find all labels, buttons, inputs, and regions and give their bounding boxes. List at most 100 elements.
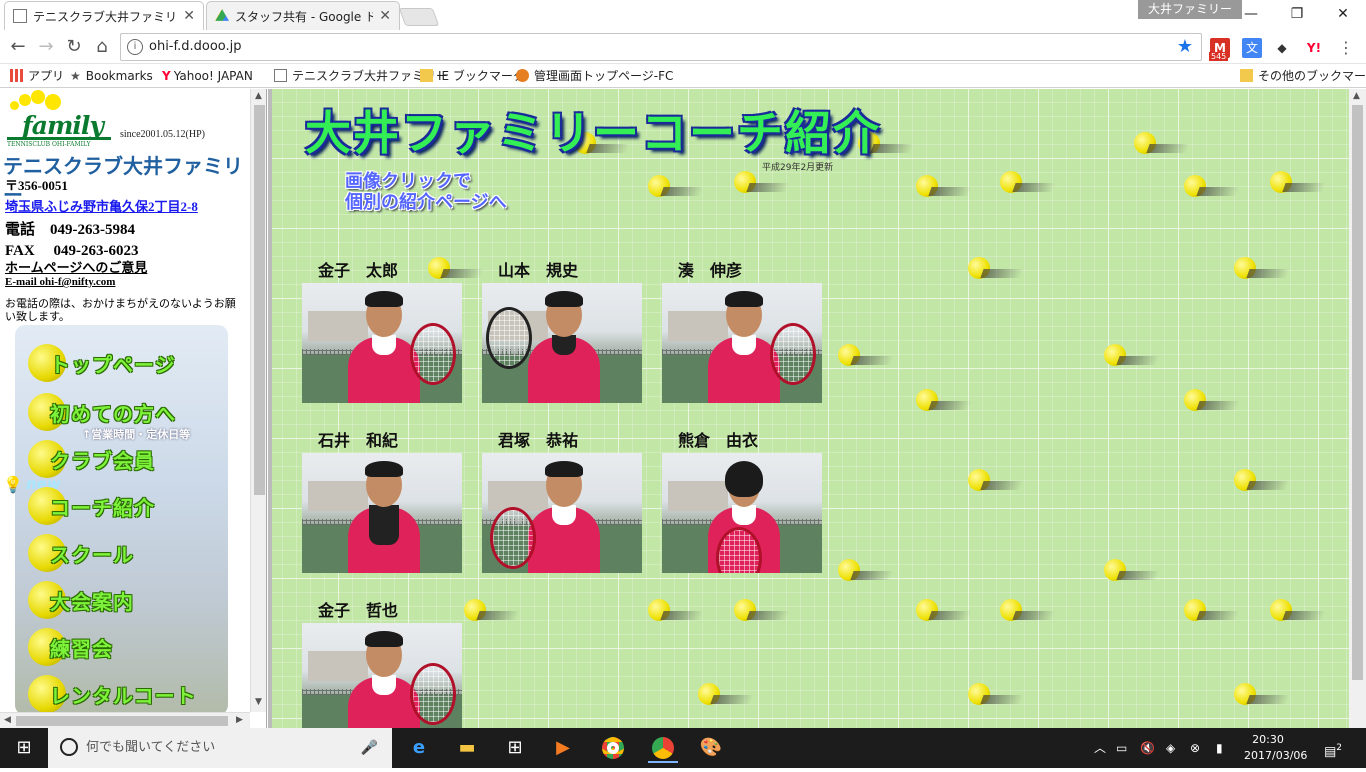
tab-title: テニスクラブ大井ファミリーへよ — [33, 9, 178, 24]
scroll-right-icon[interactable]: ▶ — [236, 715, 243, 725]
bookmark-apps[interactable]: アプリ — [10, 67, 64, 85]
coach-name: 山本 規史 — [498, 261, 579, 280]
folder-icon — [1240, 69, 1253, 82]
main-vertical-scrollbar[interactable]: ▲ — [1349, 89, 1366, 728]
coach-name: 石井 和紀 — [318, 431, 399, 450]
ime-icon[interactable]: ▮ — [1216, 728, 1223, 768]
coach-photo[interactable] — [662, 453, 822, 573]
paint-icon[interactable]: 🎨 — [696, 733, 726, 763]
bookmark-ie-folder[interactable]: IE ブックマーク — [420, 67, 525, 85]
click-hint: 画像クリックで 個別の紹介ページへ — [345, 171, 507, 213]
page-title: 大井ファミリーコーチ紹介 — [305, 106, 881, 160]
star-icon: ★ — [70, 69, 81, 83]
logo-underline — [7, 137, 111, 140]
minimize-button[interactable]: — — [1228, 0, 1274, 28]
fc2-icon — [516, 69, 529, 82]
left-frame: family TENNISCLUB OHI-FAMILY since2001.0… — [0, 89, 267, 728]
scrollbar-thumb[interactable] — [254, 105, 265, 495]
updated-date: 平成29年2月更新 — [762, 163, 834, 173]
info-icon[interactable]: i — [127, 39, 143, 55]
extension-icon[interactable]: ◆ — [1272, 38, 1292, 58]
dropbox-icon[interactable]: ◈ — [1166, 728, 1175, 768]
store-icon[interactable]: ⊞ — [500, 733, 530, 763]
tab-google-drive[interactable]: スタッフ共有 - Google ドライ ✕ — [206, 1, 400, 30]
clock[interactable]: 20:30 2017/03/06 — [1244, 732, 1307, 764]
coach-photo[interactable] — [662, 283, 822, 403]
scroll-left-icon[interactable]: ◀ — [4, 715, 11, 725]
windows-start-icon[interactable]: ⊞ — [9, 733, 39, 763]
feedback-link[interactable]: ホームページへのご意見 — [5, 257, 147, 276]
restore-button[interactable]: ❐ — [1274, 0, 1320, 28]
close-window-button[interactable]: ✕ — [1320, 0, 1366, 28]
new-tab-button[interactable] — [398, 8, 440, 26]
coach-photo[interactable] — [302, 283, 462, 403]
url-text: ohi-f.d.dooo.jp — [149, 39, 242, 54]
scrollbar-thumb[interactable] — [1352, 105, 1363, 680]
menu-item-rental-court[interactable]: レンタルコート — [28, 674, 197, 712]
browser-toolbar: ← → ↻ ⌂ i ohi-f.d.dooo.jp ★ M 545 文 ◆ Y!… — [0, 30, 1366, 64]
menu-icon[interactable]: ⋮ — [1336, 38, 1356, 58]
cortana-search-box[interactable]: 何でも聞いてください 🎤 — [48, 728, 392, 768]
address-link[interactable]: 埼玉県ふじみ野市亀久保2丁目2-8 — [5, 196, 198, 215]
volume-icon[interactable]: 🔇 — [1140, 728, 1155, 768]
chrome-icon[interactable] — [598, 733, 628, 763]
gmail-count-badge: 545 — [1209, 52, 1229, 61]
coach-photo[interactable] — [482, 453, 642, 573]
logo-subtitle: TENNISCLUB OHI-FAMILY — [7, 141, 91, 148]
bookmark-yahoo[interactable]: Y Yahoo! JAPAN — [162, 67, 253, 85]
menu-item-tournaments[interactable]: 大会案内 — [28, 580, 134, 620]
coach-name: 熊倉 由衣 — [678, 431, 759, 450]
menu-item-practice[interactable]: 練習会 — [28, 627, 113, 667]
menu-item-top[interactable]: トップページ — [28, 343, 176, 383]
coach-photo[interactable] — [302, 453, 462, 573]
media-player-icon[interactable]: ▶ — [548, 733, 578, 763]
scrollbar-thumb[interactable] — [16, 716, 228, 726]
yahoo-extension-icon[interactable]: Y! — [1304, 38, 1324, 58]
logo[interactable]: family — [22, 111, 104, 140]
tab-tennis-club[interactable]: テニスクラブ大井ファミリーへよ ✕ — [4, 1, 204, 30]
address-bar[interactable]: i ohi-f.d.dooo.jp ★ — [120, 33, 1202, 61]
bookmark-bookmarks[interactable]: ★ Bookmarks — [70, 67, 153, 85]
coach-photo[interactable] — [482, 283, 642, 403]
edge-icon[interactable]: e — [404, 733, 434, 763]
file-explorer-icon[interactable]: ▬ — [452, 733, 482, 763]
sidebar-vertical-scrollbar[interactable]: ▲ ▼ — [250, 89, 266, 712]
page-content: family TENNISCLUB OHI-FAMILY since2001.0… — [0, 89, 1366, 728]
network-icon[interactable]: ▭ — [1116, 728, 1127, 768]
bookmark-admin[interactable]: 管理画面トップページ-FC — [516, 67, 673, 85]
notification-center-icon[interactable]: ▤2 — [1324, 728, 1342, 768]
microphone-icon[interactable]: 🎤 — [361, 728, 378, 768]
menu-item-coaches[interactable]: コーチ紹介 — [28, 486, 155, 526]
tray-chevron-icon[interactable]: ︿ — [1094, 728, 1106, 768]
bookmark-other[interactable]: その他のブックマーク — [1240, 67, 1366, 85]
notification-count: 2 — [1336, 743, 1343, 753]
call-note: お電話の際は、おかけまちがえのないようお願い致します。 — [5, 297, 236, 323]
close-tab-icon[interactable]: ✕ — [183, 8, 195, 24]
menu-item-school[interactable]: スクール — [28, 533, 134, 573]
chrome-active-icon[interactable] — [648, 733, 678, 763]
email-link[interactable]: E-mail ohi-f@nifty.com — [5, 276, 115, 288]
forward-icon[interactable]: → — [34, 35, 58, 59]
coach-name: 金子 哲也 — [318, 601, 399, 620]
tray-status-icon[interactable]: ⊗ — [1190, 728, 1200, 768]
bookmarks-bar: アプリ ★ Bookmarks Y Yahoo! JAPAN テニスクラブ大井ファミ… — [0, 64, 1366, 88]
search-placeholder: 何でも聞いてください — [86, 740, 216, 755]
home-icon[interactable]: ⌂ — [90, 35, 114, 59]
close-tab-icon[interactable]: ✕ — [379, 8, 391, 24]
bookmark-star-icon[interactable]: ★ — [1177, 34, 1193, 60]
coach-photo[interactable] — [302, 623, 462, 728]
sidebar: family TENNISCLUB OHI-FAMILY since2001.0… — [0, 89, 250, 712]
coach-name: 湊 伸彦 — [678, 261, 743, 280]
translate-extension-icon[interactable]: 文 — [1242, 38, 1262, 58]
coach-name: 金子 太郎 — [318, 261, 399, 280]
apps-grid-icon — [10, 69, 23, 82]
reload-icon[interactable]: ↻ — [62, 35, 86, 59]
scroll-up-icon[interactable]: ▲ — [255, 91, 262, 101]
scroll-up-icon[interactable]: ▲ — [1353, 91, 1360, 101]
yahoo-icon: Y — [162, 69, 171, 83]
menu-item-members[interactable]: クラブ会員 — [28, 439, 155, 479]
sidebar-horizontal-scrollbar[interactable]: ◀ ▶ — [0, 712, 250, 728]
scroll-down-icon[interactable]: ▼ — [255, 697, 262, 707]
back-icon[interactable]: ← — [6, 35, 30, 59]
profile-button[interactable]: 大井ファミリー — [1138, 0, 1243, 19]
